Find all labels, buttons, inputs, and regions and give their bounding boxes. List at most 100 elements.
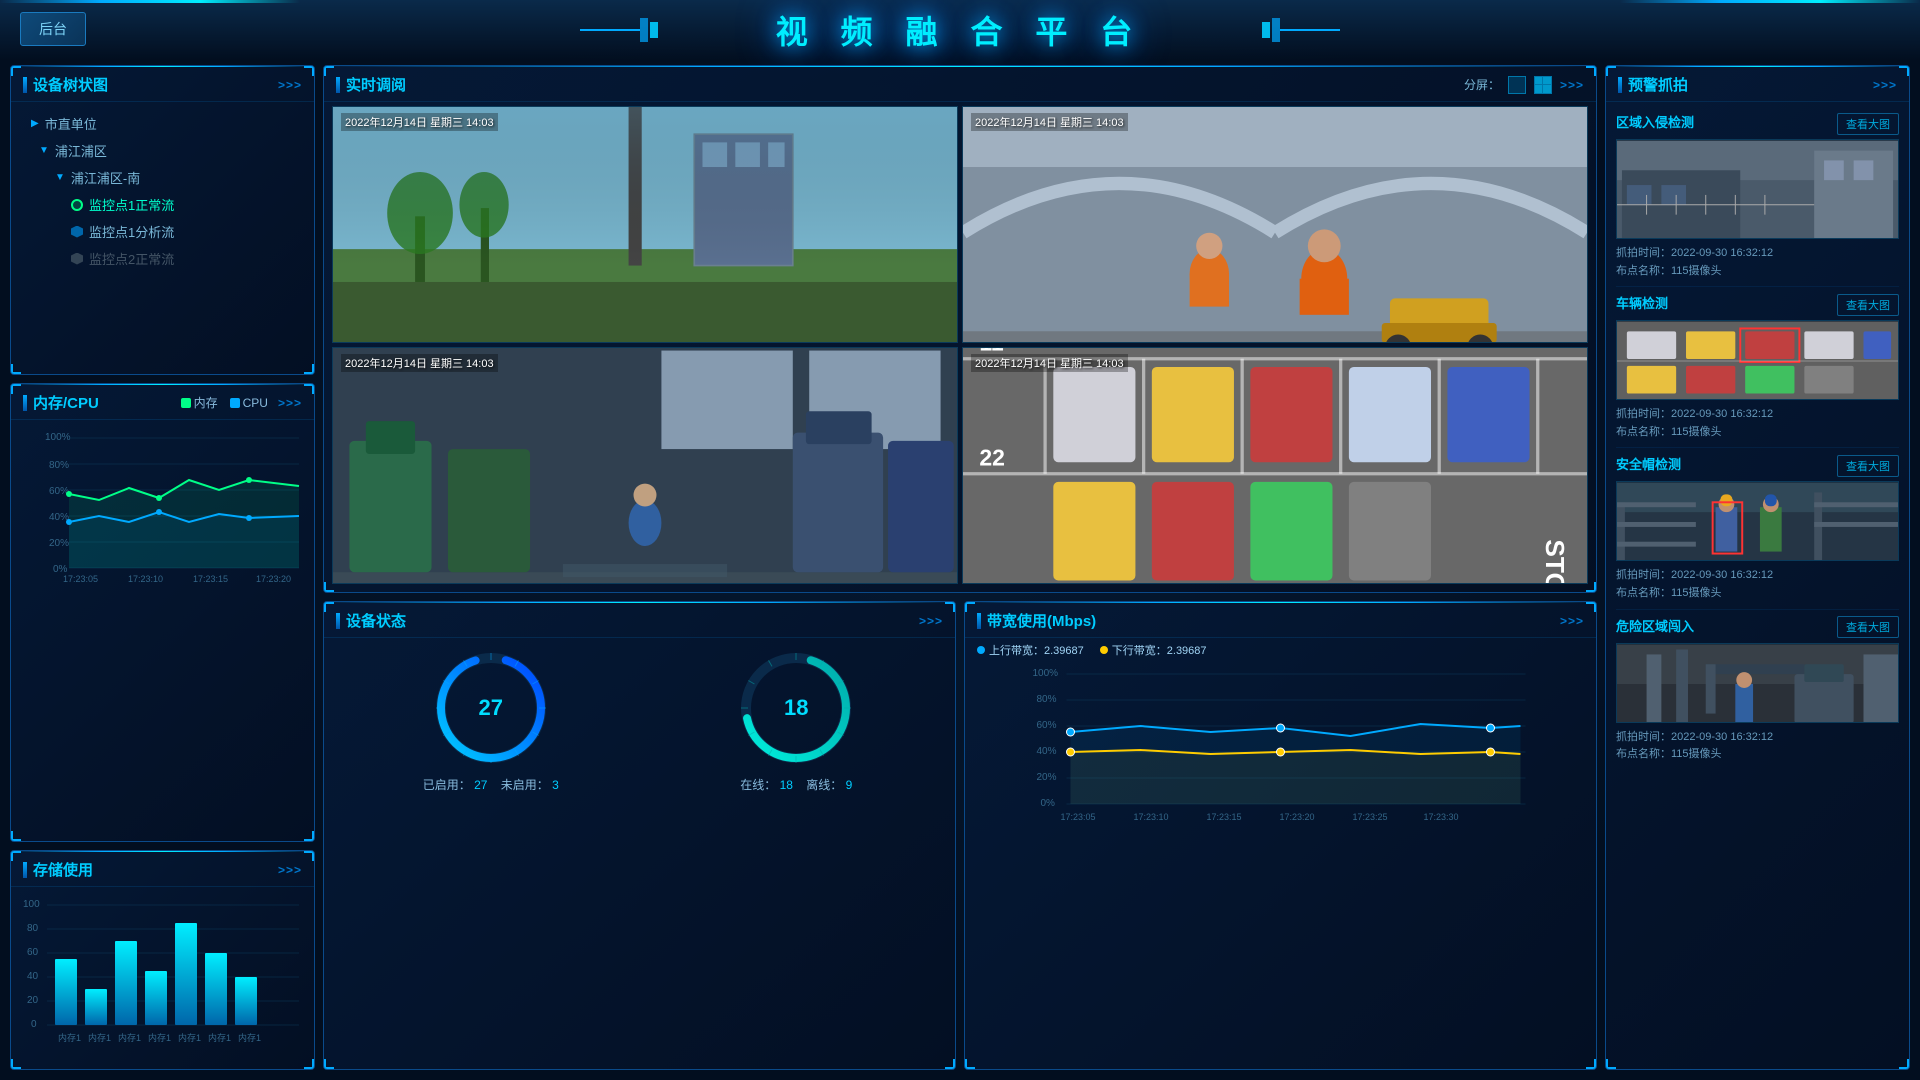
cpu-dot (246, 515, 252, 521)
svg-text:22: 22 (979, 445, 1005, 471)
bandwidth-legend: 上行带宽：2.39687 下行带宽：2.39687 (965, 638, 1596, 658)
svg-text:内存1: 内存1 (208, 1032, 231, 1043)
svg-text:100: 100 (23, 899, 40, 910)
alert-meta-4: 抓拍时间：2022-09-30 16:32:12 布点名称：115摄像头 (1616, 729, 1899, 764)
alert-meta-2: 抓拍时间：2022-09-30 16:32:12 布点名称：115摄像头 (1616, 406, 1899, 441)
alerts-more[interactable]: >>> (1873, 78, 1897, 92)
storage-bar (85, 989, 107, 1025)
alert-view-btn-4[interactable]: 查看大图 (1837, 616, 1899, 638)
alert-view-btn-2[interactable]: 查看大图 (1837, 294, 1899, 316)
split-label: 分屏： (1464, 76, 1500, 93)
alert-title-1: 区域入侵检测 (1616, 112, 1694, 131)
tree-item-monitor1-analysis[interactable]: 监控点1分析流 (23, 218, 302, 245)
device-status-more[interactable]: >>> (919, 614, 943, 628)
alert-info-4: 危险区域闯入 查看大图 (1616, 616, 1899, 764)
split-cell (1543, 77, 1551, 85)
svg-text:内存1: 内存1 (118, 1032, 141, 1043)
storage-more[interactable]: >>> (278, 863, 302, 877)
svg-text:20%: 20% (49, 538, 69, 549)
tree-item-monitor2[interactable]: 监控点2正常流 (23, 245, 302, 272)
tree-arrow-down: ▼ (39, 145, 49, 156)
storage-title: 存储使用 (23, 859, 93, 880)
gauge1-wrap: 27 已启用： 27 未启用： 3 (423, 648, 559, 793)
svg-text:17:23:10: 17:23:10 (128, 574, 163, 584)
gauge1-enabled-val: 27 (474, 778, 487, 792)
svg-text:20: 20 (27, 995, 39, 1006)
gauge2-offline-val: 9 (846, 778, 853, 792)
video-scene-construction (333, 107, 957, 342)
tree-icon-shield-dim (71, 253, 83, 265)
gauge-container: 27 已启用： 27 未启用： 3 (324, 638, 955, 803)
bandwidth-more[interactable]: >>> (1560, 614, 1584, 628)
video-scene-parking: STOP → → 11 22 96 (963, 348, 1587, 583)
split-4-icon[interactable] (1534, 76, 1552, 94)
video-cell-2[interactable]: 2022年12月14日 星期三 14:03 (962, 106, 1588, 343)
video-timestamp-4: 2022年12月14日 星期三 14:03 (971, 354, 1128, 372)
tree-label: 市直单位 (45, 114, 97, 133)
down-bandwidth-dot (1277, 748, 1285, 756)
tree-item-pujiang[interactable]: ▼ 浦江浦区 (23, 137, 302, 164)
bandwidth-panel: 带宽使用(Mbps) >>> 上行带宽：2.39687 下行带宽：2.39687 (964, 601, 1597, 1070)
bandwidth-header: 带宽使用(Mbps) >>> (965, 602, 1596, 638)
alert-view-btn-1[interactable]: 查看大图 (1837, 113, 1899, 135)
alert-img-1 (1617, 140, 1898, 239)
svg-text:100%: 100% (45, 432, 71, 443)
alerts-header: 预警抓拍 >>> (1606, 66, 1909, 102)
tree-item-monitor1[interactable]: 监控点1正常流 (23, 191, 302, 218)
svg-text:17:23:25: 17:23:25 (1353, 812, 1388, 822)
tree-arrow-right: ▶ (31, 118, 39, 129)
right-column: 预警抓拍 >>> 区域入侵检测 查看大图 (1605, 65, 1910, 1070)
svg-text:17:23:05: 17:23:05 (1061, 812, 1096, 822)
memory-cpu-more[interactable]: >>> (278, 396, 302, 410)
split-1-icon[interactable] (1508, 76, 1526, 94)
memory-cpu-header: 内存/CPU 内存 CPU >>> (11, 384, 314, 420)
video-timestamp-2: 2022年12月14日 星期三 14:03 (971, 113, 1128, 131)
bw-down-label: 下行带宽：2.39687 (1100, 642, 1207, 658)
storage-bar (115, 941, 137, 1025)
tree-item-city[interactable]: ▶ 市直单位 (23, 110, 302, 137)
tree-icon-shield (71, 226, 83, 238)
svg-text:内存1: 内存1 (88, 1032, 111, 1043)
memory-cpu-legend: 内存 CPU (181, 394, 268, 411)
back-button[interactable]: 后台 (20, 12, 86, 46)
alert-meta-3: 抓拍时间：2022-09-30 16:32:12 布点名称：115摄像头 (1616, 567, 1899, 602)
tree-label: 浦江浦区-南 (71, 168, 140, 187)
memory-dot (246, 477, 252, 483)
split-cell (1535, 77, 1543, 85)
device-status-header: 设备状态 >>> (324, 602, 955, 638)
tree-item-pujiang-south[interactable]: ▼ 浦江浦区-南 (23, 164, 302, 191)
split-cell (1535, 85, 1543, 93)
svg-text:17:23:05: 17:23:05 (63, 574, 98, 584)
storage-chart-area: 100 80 60 40 20 0 内存1 (11, 887, 314, 1070)
video-cell-1[interactable]: 2022年12月14日 星期三 14:03 (332, 106, 958, 343)
cpu-area (69, 512, 299, 568)
split-cell (1543, 85, 1551, 93)
realtime-more[interactable]: >>> (1560, 78, 1584, 92)
device-tree-panel: 设备树状图 >>> ▶ 市直单位 ▼ 浦江浦区 ▼ 浦江浦区-南 (10, 65, 315, 375)
memory-cpu-panel: 内存/CPU 内存 CPU >>> (10, 383, 315, 842)
gauge1-labels: 已启用： 27 未启用： 3 (423, 776, 559, 793)
bandwidth-title: 带宽使用(Mbps) (977, 610, 1096, 631)
cpu-dot (156, 509, 162, 515)
svg-text:60%: 60% (49, 486, 69, 497)
svg-text:内存1: 内存1 (238, 1032, 261, 1043)
storage-chart: 100 80 60 40 20 0 内存1 (19, 893, 304, 1063)
memory-cpu-title: 内存/CPU (23, 392, 99, 413)
video-cell-3[interactable]: 2022年12月14日 星期三 14:03 (332, 347, 958, 584)
bw-down-dot (1100, 646, 1108, 654)
cpu-dot (66, 519, 72, 525)
bw-up-text: 上行带宽：2.39687 (989, 642, 1084, 658)
storage-bar (55, 959, 77, 1025)
device-tree-more[interactable]: >>> (278, 78, 302, 92)
alert-title-3: 安全帽检测 (1616, 454, 1681, 473)
title-deco-left (580, 10, 660, 50)
alert-view-btn-3[interactable]: 查看大图 (1837, 455, 1899, 477)
svg-text:20%: 20% (1037, 772, 1057, 783)
gauge2-number: 18 (784, 695, 808, 721)
video-cell-4[interactable]: 2022年12月14日 星期三 14:03 (962, 347, 1588, 584)
page-title: 视 频 融 合 平 台 (776, 7, 1144, 53)
svg-text:17:23:20: 17:23:20 (1280, 812, 1315, 822)
memory-dot (66, 491, 72, 497)
svg-text:内存1: 内存1 (178, 1032, 201, 1043)
alerts-list: 区域入侵检测 查看大图 (1606, 102, 1909, 774)
